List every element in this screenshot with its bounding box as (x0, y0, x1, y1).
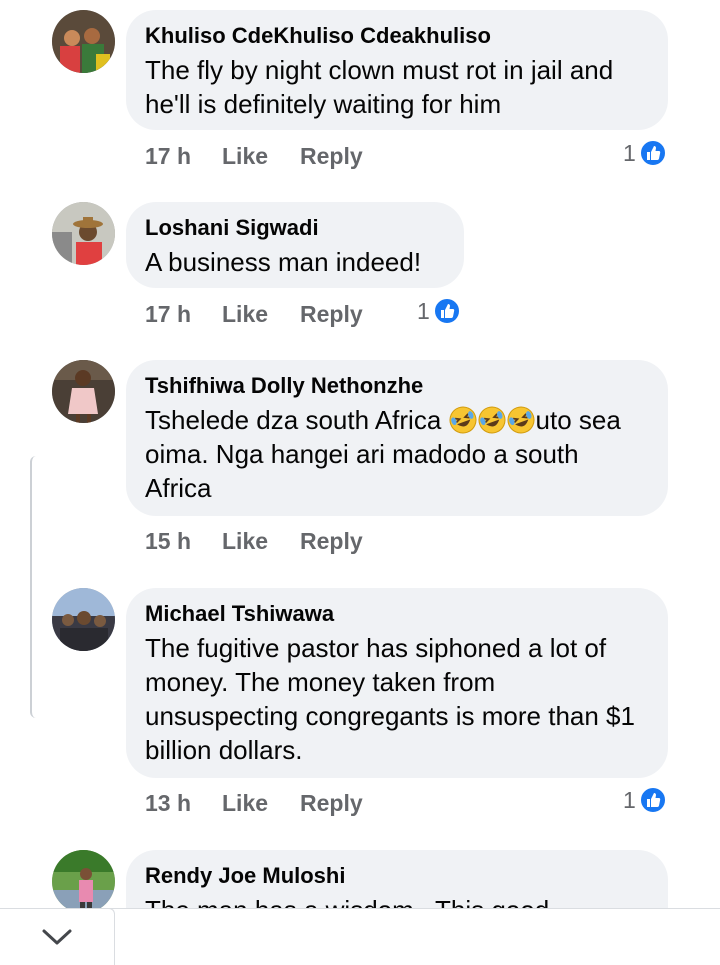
comment-author[interactable]: Michael Tshiwawa (145, 600, 648, 628)
avatar[interactable] (52, 588, 115, 651)
laughing-emoji-icon (507, 406, 535, 434)
thread-line (30, 456, 38, 718)
reply-button[interactable]: Reply (300, 301, 363, 328)
comment-actions: 15 h Like Reply (145, 523, 363, 559)
comment-bubble: Loshani Sigwadi A business man indeed! (126, 202, 464, 288)
collapse-button[interactable] (0, 908, 115, 965)
like-button[interactable]: Like (222, 143, 300, 170)
like-button[interactable]: Like (222, 790, 300, 817)
like-button[interactable]: Like (222, 301, 300, 328)
comment-author[interactable]: Tshifhiwa Dolly Nethonzhe (145, 372, 648, 400)
reply-button[interactable]: Reply (300, 143, 363, 170)
comment-actions: 17 h Like Reply (145, 138, 363, 174)
avatar[interactable] (52, 202, 115, 265)
like-thumb-icon (638, 139, 667, 167)
avatar[interactable] (52, 10, 115, 73)
reaction-count: 1 (623, 139, 636, 166)
avatar[interactable] (52, 360, 115, 423)
comment-text: Tshelede dza south Africa uto sea oima. … (145, 403, 648, 505)
comment-text: The fly by night clown must rot in jail … (145, 55, 614, 119)
comment-actions: 17 h Like Reply (145, 296, 363, 332)
laughing-emoji-icon (449, 406, 477, 434)
comment-time[interactable]: 13 h (145, 790, 222, 817)
comment-text: The fugitive pastor has siphoned a lot o… (145, 633, 635, 765)
reply-button[interactable]: Reply (300, 790, 363, 817)
reaction-summary[interactable]: 1 (623, 786, 667, 814)
like-thumb-icon (432, 297, 461, 325)
comment-bubble: Michael Tshiwawa The fugitive pastor has… (126, 588, 668, 778)
like-thumb-icon (638, 786, 667, 814)
comment-time[interactable]: 17 h (145, 143, 222, 170)
chevron-down-icon (42, 929, 72, 945)
reply-button[interactable]: Reply (300, 528, 363, 555)
reaction-summary[interactable]: 1 (623, 139, 667, 167)
comment-bubble: Khuliso CdeKhuliso Cdeakhuliso The fly b… (126, 10, 668, 130)
laughing-emoji-icon (478, 406, 506, 434)
comment-bubble: Tshifhiwa Dolly Nethonzhe Tshelede dza s… (126, 360, 668, 516)
comment-author[interactable]: Rendy Joe Muloshi (145, 862, 648, 890)
comment-text-part: Tshelede dza south Africa (145, 405, 449, 435)
comment-actions: 13 h Like Reply (145, 785, 363, 821)
avatar[interactable] (52, 850, 115, 913)
reaction-count: 1 (623, 786, 636, 813)
comment-time[interactable]: 15 h (145, 528, 222, 555)
reaction-summary[interactable]: 1 (417, 297, 461, 325)
comment-author[interactable]: Loshani Sigwadi (145, 214, 444, 242)
comment-text: A business man indeed! (145, 247, 422, 277)
comment-time[interactable]: 17 h (145, 301, 222, 328)
reaction-count: 1 (417, 297, 430, 324)
comment-author[interactable]: Khuliso CdeKhuliso Cdeakhuliso (145, 22, 648, 50)
like-button[interactable]: Like (222, 528, 300, 555)
